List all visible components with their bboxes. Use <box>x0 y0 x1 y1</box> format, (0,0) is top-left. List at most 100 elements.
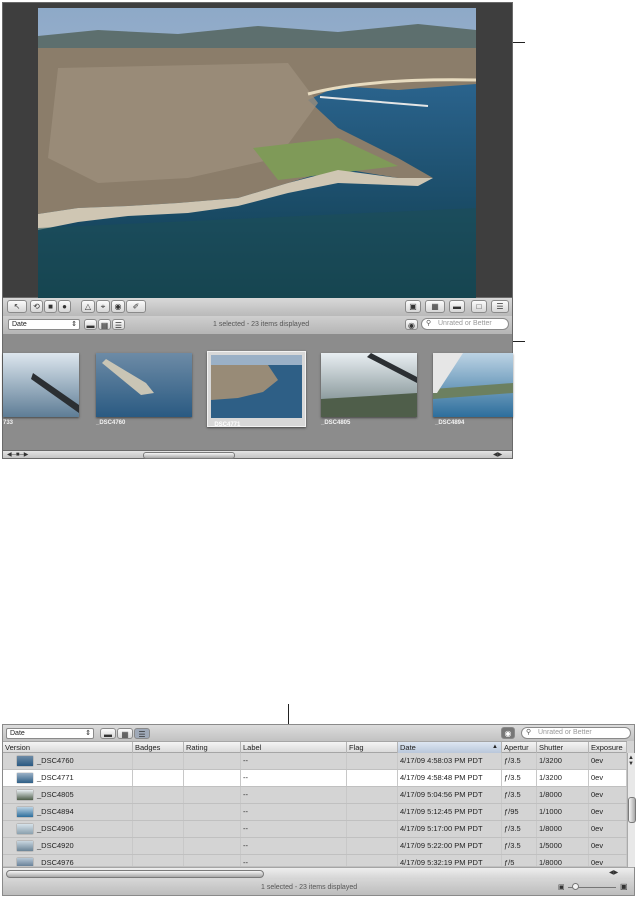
filmstrip-thumb-selected[interactable] <box>207 351 306 427</box>
filmstrip-thumb[interactable] <box>321 353 417 417</box>
browser-search-field[interactable]: ⚲ Unrated or Better <box>421 318 509 330</box>
red-eye-icon[interactable]: ◉ <box>111 300 125 313</box>
row-thumbnail <box>17 807 33 817</box>
filmstrip-scroll-thumb[interactable] <box>143 452 235 459</box>
column-header-aperture[interactable]: Apertur <box>502 742 537 753</box>
thumb-image <box>211 355 302 418</box>
inspector-icon[interactable]: □ <box>471 300 487 313</box>
filmstrip-toggle-icon[interactable]: ▬ <box>449 300 465 313</box>
cell-rating <box>184 821 241 837</box>
cell-version: _DSC4805 <box>35 787 133 803</box>
aerial-photo-image <box>38 8 476 298</box>
cell-flag <box>347 787 398 803</box>
cell-shutter: 1/8000 <box>537 787 589 803</box>
row-thumbnail <box>17 824 33 834</box>
filmstrip-view-icon[interactable]: ▬ <box>84 319 97 330</box>
browser-search-placeholder: Unrated or Better <box>438 320 492 327</box>
cell-exposure: 0ev <box>589 838 627 854</box>
sort-select[interactable]: Date ⇕ <box>8 319 80 330</box>
grid-view-icon[interactable]: ▦ <box>98 319 111 330</box>
thumb-image <box>433 353 513 399</box>
table-row[interactable]: _DSC4805 -- 4/17/09 5:04:56 PM PDT ƒ/3.5… <box>3 787 627 804</box>
vertical-scroll-thumb[interactable] <box>628 797 636 823</box>
cell-exposure: 0ev <box>589 787 627 803</box>
slider-knob[interactable] <box>572 883 579 890</box>
filmstrip-view-icon[interactable]: ▬ <box>100 728 116 739</box>
column-header-version[interactable]: Version <box>3 742 133 753</box>
rotate-left-icon[interactable]: ⟲ <box>30 300 43 313</box>
table-row[interactable]: _DSC4760 -- 4/17/09 4:58:03 PM PDT ƒ/3.5… <box>3 753 627 770</box>
horizontal-scrollbar[interactable]: ◀▶ <box>3 867 634 879</box>
cell-date: 4/17/09 5:22:00 PM PDT <box>398 838 502 854</box>
stamp-icon[interactable]: ■ <box>44 300 57 313</box>
scroll-arrows-icon[interactable]: ◀▶ <box>493 451 502 458</box>
vertical-scrollbar[interactable]: ▲ ▼ <box>627 753 636 867</box>
cell-aperture: ƒ/5 <box>502 855 537 866</box>
cell-label: -- <box>241 855 347 866</box>
scroll-arrows-icon[interactable]: ◀▶ <box>609 869 618 876</box>
browser-status-text: 1 selected - 23 items displayed <box>213 321 310 328</box>
cell-aperture: ƒ/3.5 <box>502 770 537 786</box>
cell-label: -- <box>241 787 347 803</box>
straighten-icon[interactable]: △ <box>81 300 95 313</box>
filmstrip-scrollbar[interactable]: ◀─■─▶ ◀▶ <box>2 450 513 459</box>
column-header-rating[interactable]: Rating <box>184 742 241 753</box>
cell-exposure: 0ev <box>589 753 627 769</box>
cell-badges <box>133 787 184 803</box>
column-header-label[interactable]: Label <box>241 742 347 753</box>
cell-version: _DSC4894 <box>35 804 133 820</box>
filmstrip-thumb[interactable] <box>96 353 192 417</box>
pointer-icon[interactable]: ↖ <box>7 300 27 313</box>
filmstrip-thumb[interactable] <box>433 353 513 417</box>
crop-icon[interactable]: ⌖ <box>96 300 110 313</box>
tool-strip: ↖ ⟲ ■ ● △ ⌖ ◉ ✐ ▣ ▦ ▬ □ ☰ <box>2 298 513 316</box>
cell-rating <box>184 753 241 769</box>
table-row[interactable]: _DSC4976 -- 4/17/09 5:32:19 PM PDT ƒ/5 1… <box>3 855 627 867</box>
table-row[interactable]: _DSC4920 -- 4/17/09 5:22:00 PM PDT ƒ/3.5… <box>3 838 627 855</box>
hud-icon[interactable]: ☰ <box>491 300 509 313</box>
filmstrip-thumb-label: _DSC4760 <box>96 420 126 426</box>
cell-flag <box>347 821 398 837</box>
list-sort-select[interactable]: Date ⇕ <box>6 728 94 739</box>
table-row[interactable]: _DSC4894 -- 4/17/09 5:12:45 PM PDT ƒ/95 … <box>3 804 627 821</box>
main-photo[interactable] <box>38 8 476 298</box>
cell-badges <box>133 838 184 854</box>
cell-flag <box>347 855 398 866</box>
list-view-icon[interactable]: ☰ <box>112 319 125 330</box>
grid-view-icon[interactable]: ▦ <box>117 728 133 739</box>
column-header-flag[interactable]: Flag <box>347 742 398 753</box>
cell-label: -- <box>241 821 347 837</box>
cell-flag <box>347 804 398 820</box>
list-search-field[interactable]: ⚲ Unrated or Better <box>521 727 631 739</box>
brush-icon[interactable]: ✐ <box>126 300 146 313</box>
scroll-down-icon[interactable]: ▼ <box>628 761 634 767</box>
column-header-date[interactable]: Date ▲ <box>398 742 502 753</box>
horizontal-scroll-thumb[interactable] <box>6 870 264 878</box>
table-row-selected[interactable]: _DSC4771 -- 4/17/09 4:58:48 PM PDT ƒ/3.5… <box>3 770 627 787</box>
list-status-bar: 1 selected - 23 items displayed ▣ ▣ <box>3 879 634 895</box>
filter-hud-icon[interactable]: ◉ <box>501 727 515 739</box>
cell-version: _DSC4906 <box>35 821 133 837</box>
share-icon[interactable]: ▦ <box>425 300 445 313</box>
thumb-image <box>31 373 79 413</box>
cell-exposure: 0ev <box>589 855 627 866</box>
filmstrip-thumb-label: _DSC4805 <box>321 420 351 426</box>
full-screen-icon[interactable]: ▣ <box>405 300 421 313</box>
search-icon: ⚲ <box>426 320 432 327</box>
filter-hud-icon[interactable]: ◉ <box>405 319 418 330</box>
column-header-badges[interactable]: Badges <box>133 742 184 753</box>
cell-shutter: 1/3200 <box>537 753 589 769</box>
table-row[interactable]: _DSC4906 -- 4/17/09 5:17:00 PM PDT ƒ/3.5… <box>3 821 627 838</box>
lift-icon[interactable]: ● <box>58 300 71 313</box>
column-header-exposure[interactable]: Exposure <box>589 742 627 753</box>
list-view-icon[interactable]: ☰ <box>134 728 150 739</box>
thumbnail-size-slider[interactable]: ◀─■─▶ <box>7 452 37 458</box>
list-search-placeholder: Unrated or Better <box>538 729 592 736</box>
column-header-shutter[interactable]: Shutter <box>537 742 589 753</box>
list-sort-value: Date <box>10 730 25 737</box>
cell-badges <box>133 753 184 769</box>
callout-line <box>513 341 525 342</box>
row-thumbnail <box>17 773 33 783</box>
filmstrip-thumb-label: _DSC4771 <box>211 422 241 428</box>
filmstrip-thumb[interactable] <box>3 353 79 417</box>
